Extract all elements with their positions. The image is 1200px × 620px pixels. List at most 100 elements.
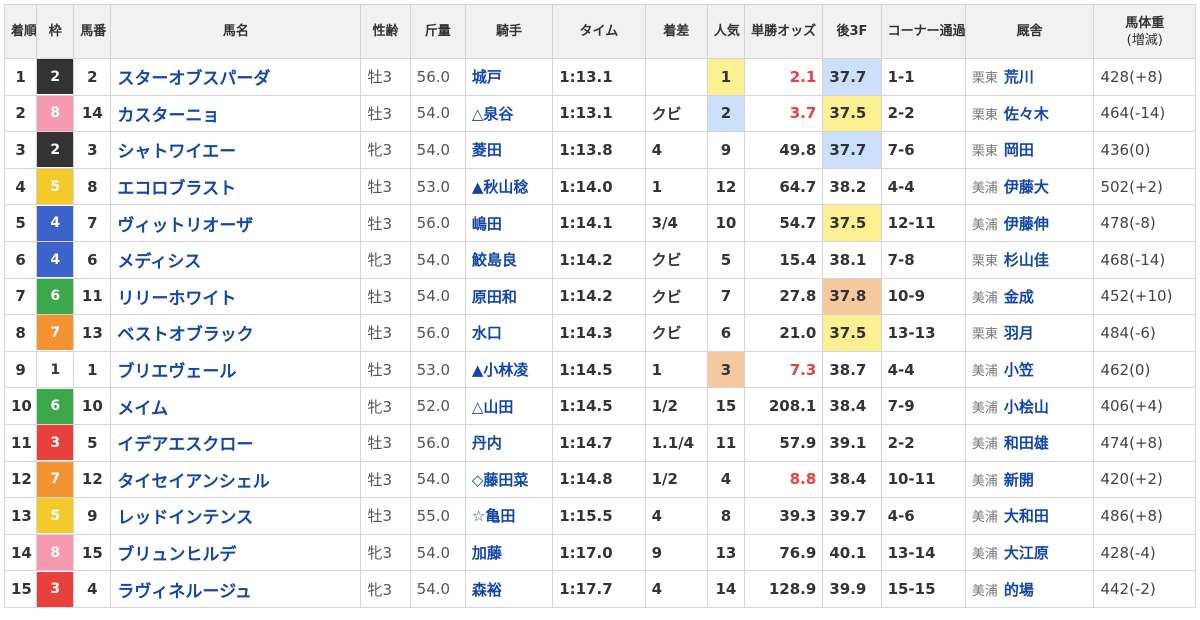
- waku-badge: 7: [37, 315, 73, 351]
- horse-name-link[interactable]: タイセイアンシェル: [117, 472, 269, 492]
- header-margin: 着差: [644, 4, 708, 59]
- last3f-cell: 37.8: [822, 277, 882, 316]
- header-waku: 枠: [36, 4, 75, 59]
- table-row: 5 4 7 ヴィットリオーザ 牡3 56.0 嶋田 1:14.1 3/4 10 54.7 37.5 12…: [3, 204, 1196, 242]
- horse-name-link[interactable]: ブリュンヒルデ: [117, 545, 236, 565]
- trainer-link[interactable]: 大和田: [1004, 507, 1049, 525]
- margin-cell: 1: [644, 350, 708, 389]
- table-row: 14 8 15 ブリュンヒルデ 牝3 54.0 加藤 1:17.0 9 13 76.9 40.1 13-…: [3, 533, 1196, 572]
- horse-name-cell: レッドインテンス: [110, 497, 362, 535]
- jockey-link[interactable]: 水口: [472, 324, 502, 342]
- margin-cell: 3/4: [644, 204, 708, 242]
- popularity-cell: 11: [706, 423, 746, 462]
- odds-cell: 39.3: [743, 497, 824, 535]
- rank-cell: 2: [3, 94, 38, 133]
- horse-name-link[interactable]: メディシス: [117, 252, 201, 272]
- jockey-cell: △山田: [464, 387, 554, 425]
- jockey-link[interactable]: 原田和: [472, 288, 517, 306]
- margin-cell: 4: [644, 570, 708, 608]
- jockey-link[interactable]: 菱田: [472, 141, 502, 159]
- trainer-link[interactable]: 伊藤伸: [1004, 215, 1049, 233]
- jockey-link[interactable]: 鮫島良: [472, 251, 517, 269]
- horse-name-link[interactable]: スターオブスパーダ: [117, 69, 270, 89]
- waku-cell: 5: [36, 497, 75, 535]
- jockey-link[interactable]: 森裕: [472, 581, 502, 599]
- last3f-cell: 38.1: [822, 240, 882, 279]
- time-cell: 1:14.2: [552, 240, 646, 279]
- trainer-link[interactable]: 佐々木: [1004, 105, 1049, 123]
- corner-cell: 12-11: [880, 204, 966, 242]
- waku-cell: 4: [36, 204, 75, 242]
- trainer-link[interactable]: 的場: [1004, 581, 1034, 599]
- trainer-link[interactable]: 和田雄: [1004, 434, 1049, 452]
- rank-cell: 10: [3, 387, 38, 425]
- trainer-cell: 栗東 杉山佳: [964, 240, 1095, 279]
- trainer-cell: 栗東 佐々木: [964, 94, 1095, 133]
- trainer-link[interactable]: 新開: [1004, 471, 1034, 489]
- jockey-link[interactable]: ▲秋山稔: [472, 178, 529, 196]
- table-row: 4 5 8 エコロブラスト 牡3 53.0 ▲秋山稔 1:14.0 1 12 64.7 38.2 4-4…: [3, 167, 1196, 206]
- trainer-link[interactable]: 伊藤大: [1004, 178, 1049, 196]
- jockey-link[interactable]: 城戸: [472, 68, 502, 86]
- trainer-link[interactable]: 小桧山: [1004, 398, 1049, 416]
- horse-name-link[interactable]: シャトワイエー: [117, 142, 236, 162]
- horse-name-link[interactable]: レッドインテンス: [117, 508, 253, 528]
- sexage-cell: 牡3: [360, 350, 411, 389]
- jockey-link[interactable]: △泉谷: [472, 105, 514, 123]
- horse-name-link[interactable]: イデアエスクロー: [117, 435, 253, 455]
- time-cell: 1:14.0: [552, 167, 646, 206]
- waku-cell: 7: [36, 460, 75, 499]
- sexage-cell: 牡3: [360, 277, 411, 316]
- corner-cell: 13-13: [880, 314, 966, 352]
- horse-name-link[interactable]: ブリエヴェール: [117, 362, 236, 382]
- jockey-link[interactable]: 加藤: [472, 544, 502, 562]
- jockey-link[interactable]: 丹内: [472, 434, 502, 452]
- waku-cell: 3: [36, 570, 75, 608]
- trainer-link[interactable]: 荒川: [1004, 68, 1034, 86]
- popularity-cell: 3: [706, 350, 746, 389]
- umaban-cell: 1: [73, 350, 112, 389]
- horse-name-link[interactable]: メイム: [117, 399, 168, 419]
- weight-cell: 406(+4): [1093, 387, 1196, 425]
- horse-name-link[interactable]: カスターニョ: [117, 106, 219, 126]
- weight-cell: 428(-4): [1093, 533, 1196, 572]
- stable-location: 美浦: [971, 583, 998, 599]
- horse-name-link[interactable]: ヴィットリオーザ: [117, 216, 253, 236]
- trainer-link[interactable]: 大江原: [1004, 544, 1049, 562]
- waku-badge: 2: [37, 59, 73, 95]
- horse-name-link[interactable]: リリーホワイト: [117, 289, 236, 309]
- margin-cell: クビ: [644, 314, 708, 352]
- trainer-link[interactable]: 羽月: [1004, 324, 1034, 342]
- weight-cell: 502(+2): [1093, 167, 1196, 206]
- jockey-cell: 森裕: [464, 570, 554, 608]
- trainer-link[interactable]: 小笠: [1004, 361, 1034, 379]
- popularity-cell: 1: [706, 58, 746, 96]
- trainer-link[interactable]: 杉山佳: [1004, 251, 1049, 269]
- trainer-cell: 栗東 岡田: [964, 131, 1095, 169]
- rank-cell: 5: [3, 204, 38, 242]
- last3f-cell: 39.1: [822, 423, 882, 462]
- last3f-cell: 40.1: [822, 533, 882, 572]
- jockey-link[interactable]: △山田: [472, 398, 514, 416]
- horse-name-link[interactable]: ラヴィネルージュ: [117, 582, 251, 602]
- horse-name-link[interactable]: ベストオブラック: [117, 325, 253, 345]
- last3f-cell: 38.2: [822, 167, 882, 206]
- jockey-cell: 嶋田: [464, 204, 554, 242]
- jockey-link[interactable]: ☆亀田: [472, 507, 515, 525]
- trainer-link[interactable]: 岡田: [1004, 141, 1034, 159]
- jockey-link[interactable]: ◇藤田菜: [472, 471, 529, 489]
- header-pop: 人気: [706, 4, 746, 59]
- jockey-link[interactable]: ▲小林凌: [472, 361, 529, 379]
- time-cell: 1:17.0: [552, 533, 646, 572]
- horse-name-link[interactable]: エコロブラスト: [117, 179, 236, 199]
- stable-location: 美浦: [971, 473, 998, 489]
- trainer-link[interactable]: 金成: [1004, 288, 1034, 306]
- jockey-link[interactable]: 嶋田: [472, 215, 502, 233]
- weight-cell: 428(+8): [1093, 58, 1196, 96]
- umaban-cell: 10: [73, 387, 112, 425]
- kinryo-cell: 52.0: [409, 387, 466, 425]
- jockey-cell: 丹内: [464, 423, 554, 462]
- odds-cell: 27.8: [743, 277, 824, 316]
- table-header: 着順 枠 馬番 馬名 性齢 斤量 騎手 タイム 着差 人気 単勝オッズ 後3F …: [3, 4, 1196, 59]
- table-row: 13 5 9 レッドインテンス 牡3 55.0 ☆亀田 1:15.5 4 8 39.3 39.7 4-6…: [3, 497, 1196, 535]
